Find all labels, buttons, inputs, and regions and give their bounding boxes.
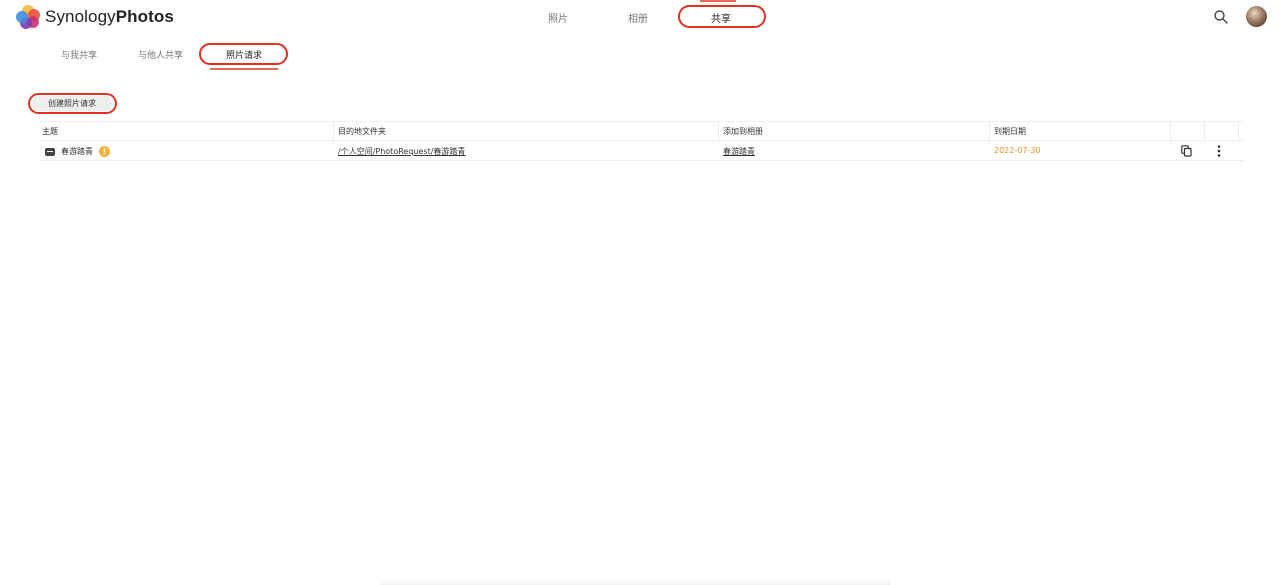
column-divider [1238,122,1239,142]
column-divider [989,122,990,142]
column-divider [333,122,334,142]
more-options-icon[interactable] [1216,144,1222,158]
table-header: 主题 目的地文件夹 添加到相册 到期日期 [40,121,1244,142]
subtab-photo-requests[interactable]: 照片请求 [226,48,262,61]
top-bar: SynologyPhotos 照片 相册 共享 [0,0,1280,34]
photo-requests-table: 主题 目的地文件夹 添加到相册 到期日期 春游踏青 ! /个人空间/PhotoR… [40,121,1244,161]
row-subject-text: 春游踏青 [61,147,93,156]
row-subject: 春游踏青 ! [45,146,110,157]
subtab-shared-with-others[interactable]: 与他人共享 [138,48,183,61]
table-row[interactable]: 春游踏青 ! /个人空间/PhotoRequest/春游踏青 春游踏青 2022… [40,141,1244,161]
column-header-album[interactable]: 添加到相册 [723,126,763,137]
column-divider [1170,122,1171,142]
subtab-active-indicator [210,68,278,70]
column-header-expiry[interactable]: 到期日期 [994,126,1026,137]
column-header-destination[interactable]: 目的地文件夹 [338,126,386,137]
warning-icon[interactable]: ! [99,146,110,157]
column-header-subject[interactable]: 主题 [42,126,58,137]
nav-tab-sharing[interactable]: 共享 [711,10,731,25]
create-photo-request-button[interactable]: 创建照片请求 [32,96,112,111]
subtab-shared-with-me[interactable]: 与我共享 [61,48,97,61]
main-nav: 照片 相册 共享 [0,0,1280,34]
nav-tab-albums[interactable]: 相册 [628,10,648,25]
column-divider [1204,122,1205,142]
nav-active-indicator [700,0,736,2]
row-expiry-date: 2022-07-30 [994,146,1041,155]
request-box-icon [45,147,55,156]
row-album-link[interactable]: 春游踏青 [723,146,755,157]
row-destination-link[interactable]: /个人空间/PhotoRequest/春游踏青 [338,146,465,157]
nav-tab-photos[interactable]: 照片 [548,10,568,25]
column-divider [718,122,719,142]
search-icon[interactable] [1213,9,1229,25]
copy-link-icon[interactable] [1181,145,1192,157]
bottom-panel-shadow [380,578,890,585]
user-avatar[interactable] [1246,6,1267,27]
